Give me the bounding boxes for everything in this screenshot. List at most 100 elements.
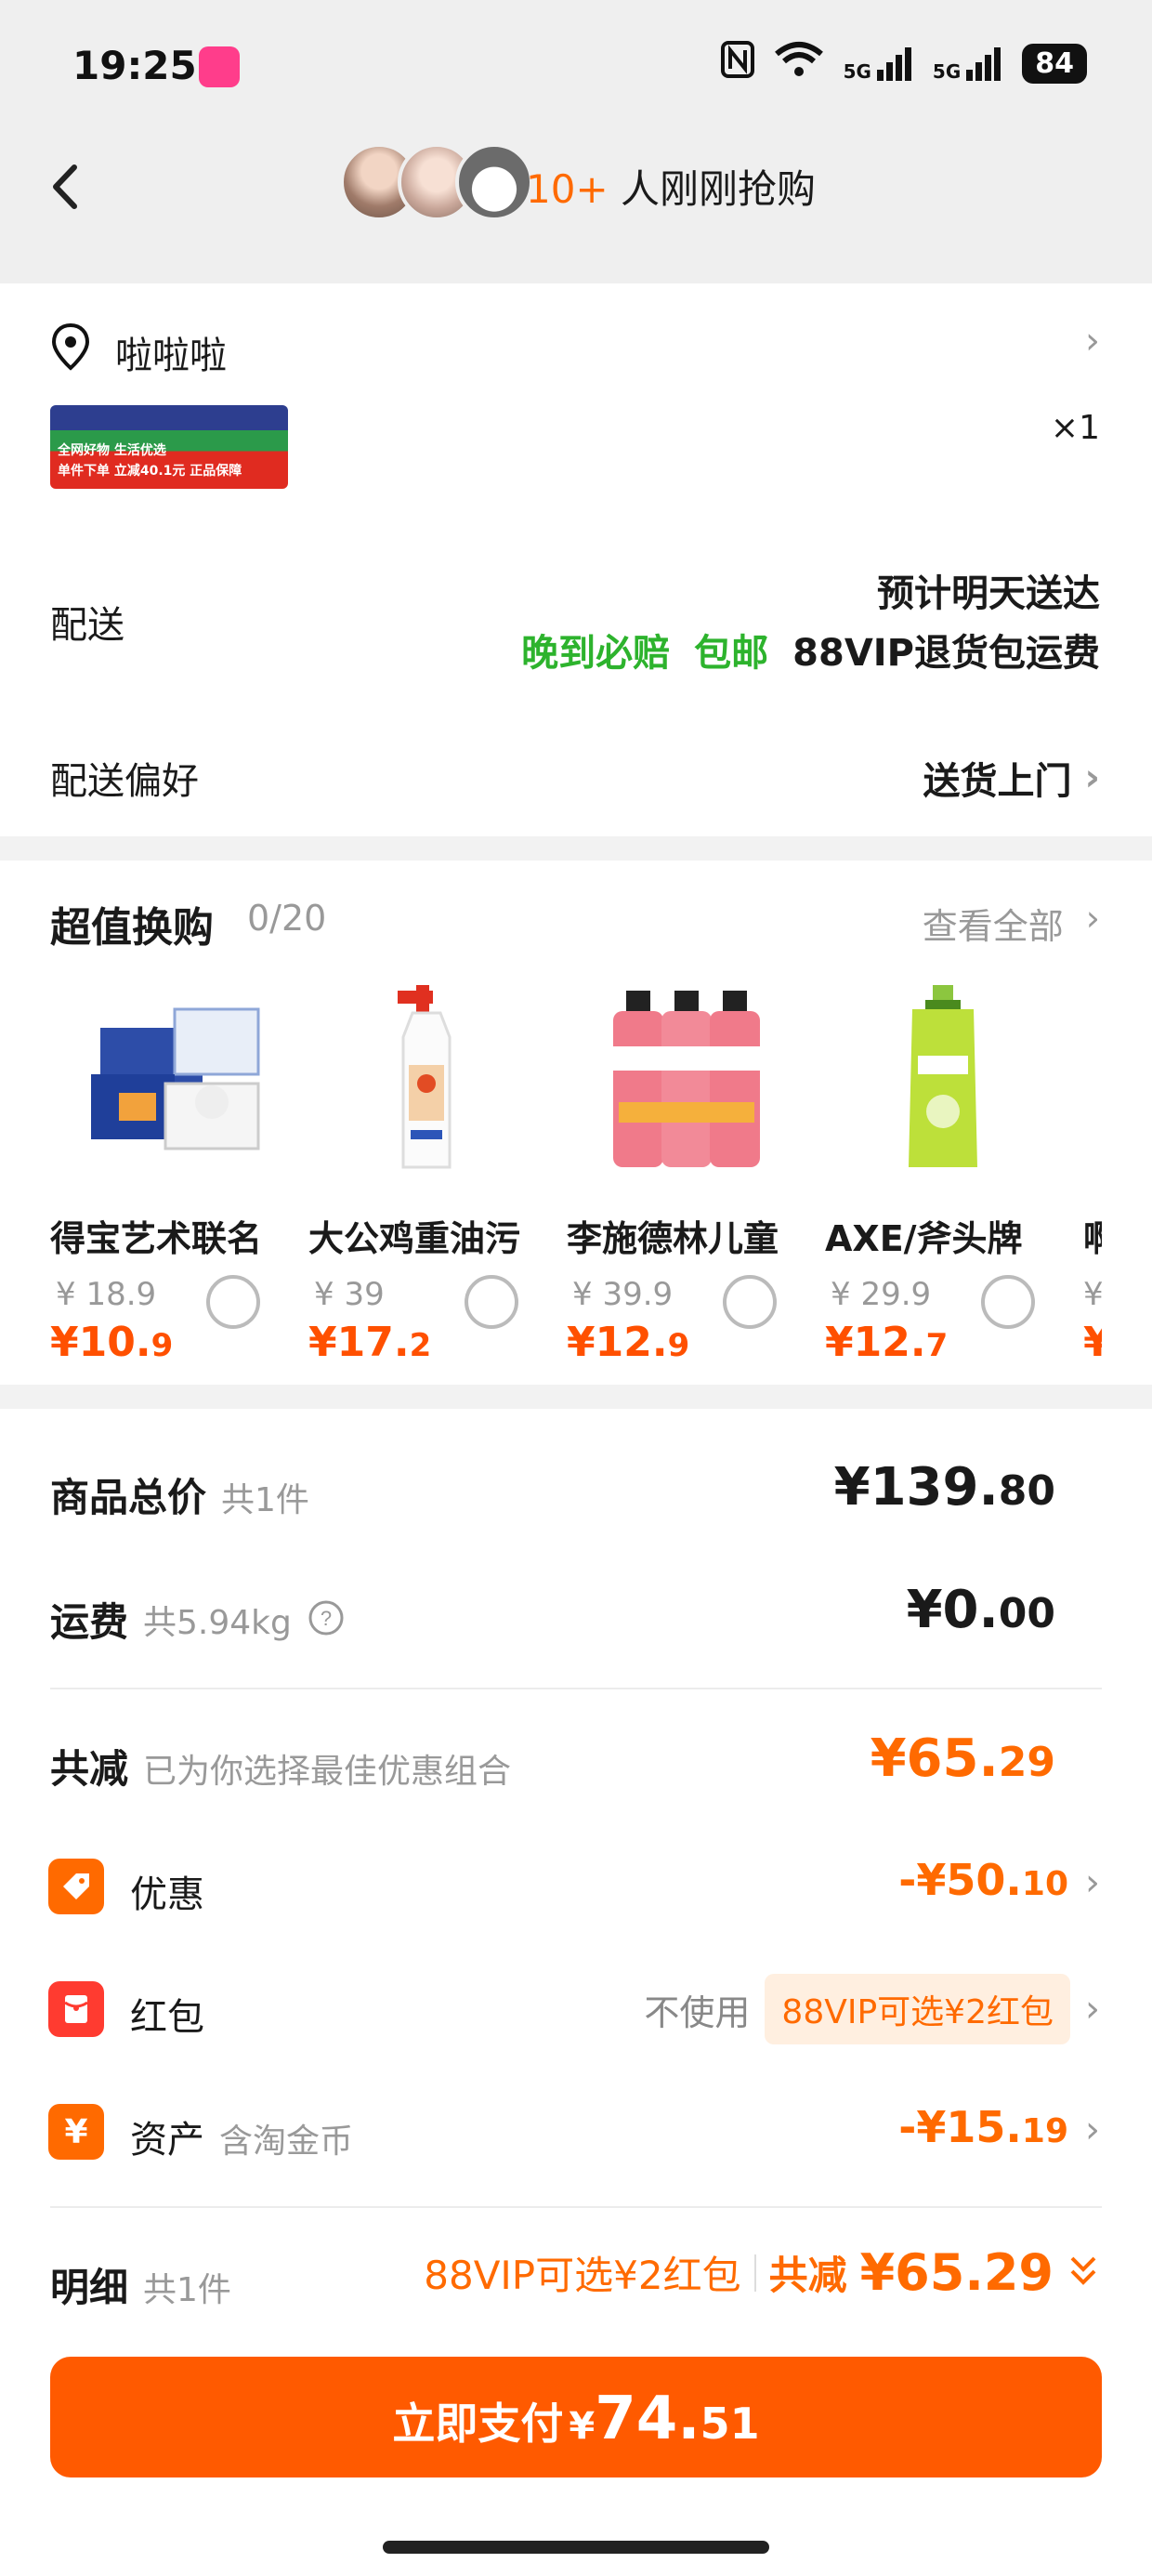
goods-total-count: 共1件	[221, 1481, 309, 1519]
shipping-tags: 晚到必赔 包邮 88VIP退货包运费	[521, 623, 1100, 677]
deal-price: ¥12.9	[567, 1319, 690, 1366]
deal-item[interactable]: 李施德林儿童 ¥ 39.9 ¥12.9	[567, 981, 808, 1366]
deal-name: 李施德林儿童	[567, 1218, 779, 1259]
product-image[interactable]: 全网好物 生活优选 单件下单 立减40.1元 正品保障	[50, 405, 288, 489]
deal-select-radio[interactable]	[981, 1275, 1035, 1329]
deals-count: 0/20	[247, 898, 327, 939]
deals-view-all-link[interactable]: 查看全部 ›	[923, 898, 1100, 949]
freight-label: 运费	[50, 1599, 129, 1645]
nfc-icon	[720, 41, 754, 86]
taobao-618-badge-icon	[199, 46, 240, 87]
divider	[50, 1688, 1102, 1689]
total-reduction-label: 共减	[50, 1746, 129, 1792]
product-quantity: ×1	[1050, 409, 1100, 447]
signal-5g-1-icon: 5G	[844, 46, 914, 83]
view-all-label: 查看全部	[922, 906, 1064, 947]
delivery-pref-label: 配送偏好	[50, 760, 199, 803]
chevron-right-icon: ›	[1085, 2109, 1100, 2151]
status-time: 19:25	[72, 43, 197, 88]
status-icons: 5G 5G 84	[720, 41, 1087, 86]
detail-reduce-value: ¥65.29	[859, 2243, 1054, 2302]
address-name[interactable]: 啦啦啦	[115, 325, 227, 379]
detail-row: 明细 共1件	[50, 2256, 231, 2313]
deal-price: ¥12.7	[825, 1319, 949, 1366]
divider	[753, 2254, 756, 2292]
recent-buyers-avatars	[340, 143, 533, 221]
assets-row-label: 资产 含淘金币	[130, 2109, 353, 2163]
back-button[interactable]	[41, 154, 93, 219]
deal-image	[331, 981, 526, 1176]
assets-label: 资产	[130, 2119, 204, 2162]
deal-item[interactable]: 得宝艺术联名 ¥ 18.9 ¥10.9	[50, 981, 292, 1366]
pay-label: 立即支付	[392, 2399, 564, 2449]
freight-weight: 共5.94kg	[143, 1603, 292, 1642]
red-packet-status: 不使用	[644, 1991, 751, 2033]
deal-image	[589, 981, 784, 1176]
deal-item[interactable]: AXE/斧头牌 ¥ 29.9 ¥12.7	[825, 981, 1067, 1366]
promo-selector[interactable]: -¥50.10 ›	[898, 1855, 1100, 1905]
deals-title: 超值换购	[50, 904, 214, 952]
home-indicator[interactable]	[383, 2541, 769, 2554]
deal-item[interactable]: 啊 ¥ ¥	[1083, 981, 1102, 1366]
avatar	[455, 143, 533, 221]
detail-expand[interactable]: 88VIP可选¥2红包 共减 ¥65.29	[424, 2243, 1100, 2302]
shipping-label: 配送	[50, 604, 124, 647]
divider	[50, 2206, 1102, 2208]
deal-select-radio[interactable]	[465, 1275, 518, 1329]
goods-total-row: 商品总价 共1件	[50, 1466, 309, 1523]
chevron-left-icon	[53, 164, 77, 209]
double-chevron-down-icon	[1067, 2253, 1100, 2293]
deal-price: ¥10.9	[50, 1319, 174, 1366]
recent-buyers-text: 10+ 人刚刚抢购	[526, 158, 816, 215]
red-packet-label: 红包	[130, 1996, 204, 2039]
pay-now-button[interactable]: 立即支付 ¥ 74. 51	[50, 2357, 1102, 2477]
chevron-right-icon: ›	[1085, 1861, 1100, 1904]
goods-total-value: ¥139.80	[833, 1457, 1055, 1518]
deal-original-price: ¥	[1083, 1276, 1102, 1313]
promo-label: 优惠	[130, 1873, 204, 1916]
deal-name: 得宝艺术联名	[50, 1218, 263, 1259]
total-reduction-note: 已为你选择最佳优惠组合	[143, 1753, 512, 1791]
detail-count: 共1件	[143, 2271, 231, 2309]
vip-red-packet-pill[interactable]: 88VIP可选¥2红包	[765, 1974, 1070, 2044]
delivery-pref-value: 送货上门	[923, 760, 1072, 803]
deal-name: 大公鸡重油污	[308, 1218, 521, 1259]
deal-select-radio[interactable]	[206, 1275, 260, 1329]
svg-text:?: ?	[321, 1607, 332, 1630]
promo-value: -¥50.10	[898, 1855, 1068, 1905]
detail-reduce-label: 共减	[768, 2253, 847, 2298]
deal-price: ¥	[1083, 1319, 1102, 1366]
chevron-right-icon[interactable]: ›	[1085, 320, 1100, 362]
pay-amount-int: 74.	[595, 2385, 700, 2453]
yen-coin-icon: ¥	[48, 2104, 104, 2160]
chevron-right-icon: ›	[1085, 1988, 1100, 2031]
pay-currency: ¥	[569, 2405, 596, 2448]
assets-note: 含淘金币	[219, 2123, 354, 2161]
vip-return-tag: 88VIP退货包运费	[792, 632, 1100, 675]
location-pin-icon	[50, 322, 91, 372]
assets-selector[interactable]: -¥15.19 ›	[898, 2102, 1100, 2152]
chevron-right-icon: ›	[1085, 898, 1100, 939]
free-shipping-tag: 包邮	[694, 632, 769, 675]
wifi-icon	[773, 41, 825, 86]
product-image-line: 单件下单 立减40.1元 正品保障	[58, 464, 242, 479]
red-packet-selector[interactable]: 不使用 88VIP可选¥2红包 ›	[644, 1974, 1100, 2044]
freight-value: ¥0.00	[906, 1580, 1055, 1640]
deal-name: AXE/斧头牌	[825, 1218, 1023, 1259]
delivery-pref-selector[interactable]: 送货上门 ›	[923, 751, 1100, 805]
battery-icon: 84	[1022, 44, 1087, 84]
deal-select-radio[interactable]	[723, 1275, 777, 1329]
help-circle-icon[interactable]: ?	[307, 1598, 346, 1641]
late-compensation-tag: 晚到必赔	[521, 632, 671, 675]
total-reduction-value: ¥65.29	[870, 1728, 1055, 1789]
freight-row: 运费 共5.94kg ?	[50, 1591, 346, 1648]
deal-name: 啊	[1083, 1218, 1102, 1259]
shipping-eta: 预计明天送达	[877, 572, 1100, 615]
total-reduction-row: 共减 已为你选择最佳优惠组合	[50, 1738, 511, 1794]
buyers-label: 人刚刚抢购	[608, 166, 816, 212]
buyers-count: 10+	[526, 166, 609, 212]
promo-tag-icon	[48, 1859, 104, 1914]
pay-amount-dec: 51	[700, 2399, 760, 2449]
deal-item[interactable]: 大公鸡重油污 ¥ 39 ¥17.2	[308, 981, 550, 1366]
deal-image	[1083, 981, 1102, 1176]
